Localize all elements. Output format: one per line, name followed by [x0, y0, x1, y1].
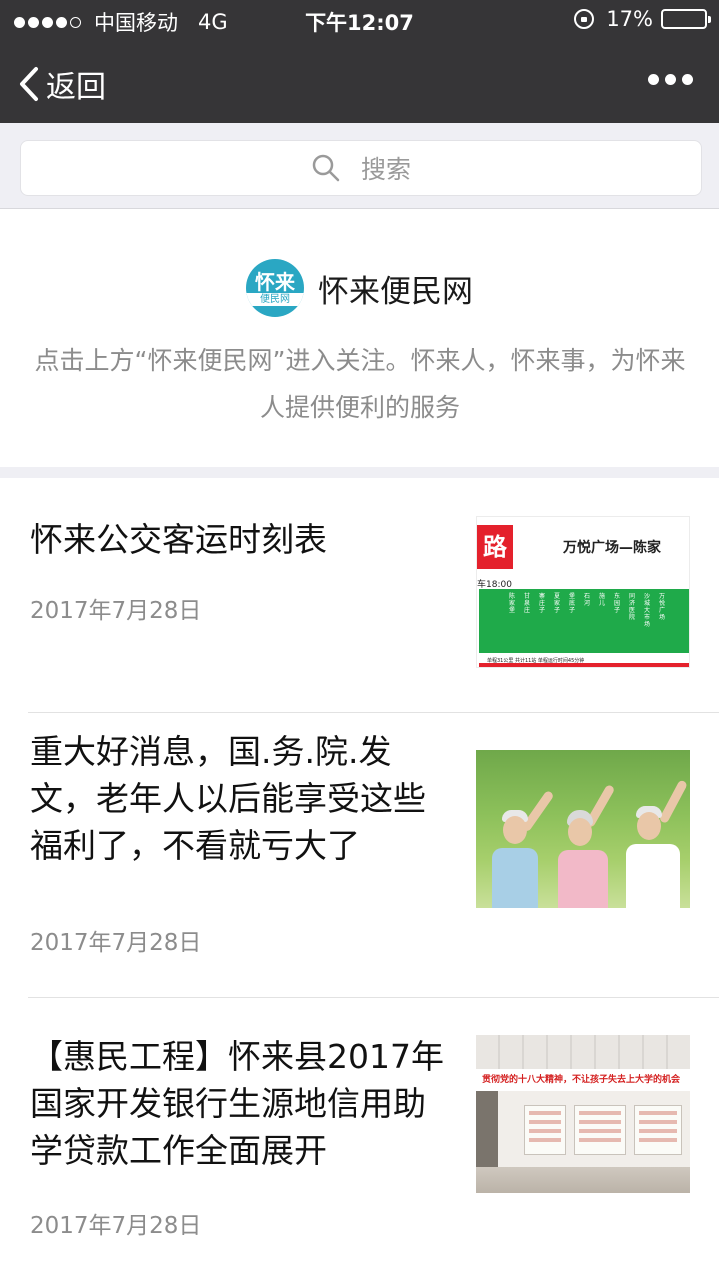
bus-stop-label: 石河	[584, 593, 591, 607]
hall-banner: 贯彻党的十八大精神，不让孩子失去上大学的机会	[476, 1069, 690, 1091]
status-right: 17%	[574, 7, 711, 31]
status-bar: 中国移动 4G 下午12:07 17%	[0, 0, 719, 40]
article-item[interactable]: 【惠民工程】怀来县2017年国家开发银行生源地信用助学贷款工作全面展开 2017…	[0, 998, 719, 1280]
account-description: 点击上方“怀来便民网”进入关注。怀来人，怀来事，为怀来人提供便利的服务	[34, 346, 686, 422]
search-bar-container: 搜索	[0, 123, 719, 209]
article-thumbnail: 路 万悦广场—陈家 车18:00 陈家堡 甘泉庄 寨庄子 夏家子 堡底子 石河 施儿 东园子同…	[476, 516, 690, 668]
photo-person	[622, 779, 689, 908]
article-date: 2017年7月28日	[30, 930, 202, 956]
hall-floor	[476, 1167, 690, 1193]
notice-board	[634, 1105, 682, 1155]
hall-ceiling	[476, 1035, 690, 1069]
article-thumbnail	[476, 750, 690, 908]
search-input[interactable]: 搜索	[20, 140, 702, 196]
bus-stop-label: 万悦广场	[659, 593, 666, 621]
article-list: 怀来公交客运时刻表 2017年7月28日 路 万悦广场—陈家 车18:00 陈家…	[0, 478, 719, 1280]
bus-stop-label: 寨庄子	[539, 593, 546, 614]
bus-stop-label: 甘泉庄	[524, 593, 531, 614]
search-placeholder: 搜索	[360, 155, 411, 184]
back-button[interactable]: 返回	[18, 62, 106, 106]
battery-percent: 17%	[606, 7, 653, 31]
article-title: 重大好消息，国.务.院.发文，老年人以后能享受这些福利了，不看就亏大了	[30, 732, 426, 865]
bus-stop-label: 堡底子	[569, 593, 576, 614]
chevron-left-icon	[20, 67, 38, 101]
article-date: 2017年7月28日	[30, 1213, 202, 1239]
nav-bar: 返回	[0, 40, 719, 123]
photo-person	[554, 783, 616, 908]
account-name: 怀来便民网	[318, 273, 473, 310]
bus-stop-label: 施儿	[599, 593, 606, 607]
bus-stop-label: 沙城大市场	[644, 593, 651, 628]
notice-board	[524, 1105, 566, 1155]
stops-panel: 陈家堡 甘泉庄 寨庄子 夏家子 堡底子 石河 施儿 东园子 同济医院 沙城大市场 万悦广场	[479, 589, 689, 653]
footer-bar	[479, 663, 689, 667]
road-sign: 路	[477, 525, 513, 569]
article-item[interactable]: 重大好消息，国.务.院.发文，老年人以后能享受这些福利了，不看就亏大了 2017…	[0, 713, 719, 997]
logo-text-bottom: 便民网	[246, 292, 304, 306]
article-thumbnail: 贯彻党的十八大精神，不让孩子失去上大学的机会	[476, 1035, 690, 1193]
account-profile: 怀来 便民网 怀来便民网 点击上方“怀来便民网”进入关注。怀来人，怀来事，为怀来…	[0, 209, 719, 467]
article-date: 2017年7月28日	[30, 598, 202, 624]
notice-board	[574, 1105, 626, 1155]
photo-person	[486, 789, 555, 908]
rotation-lock-icon	[574, 9, 595, 29]
bus-stop-label: 东园子	[614, 593, 621, 614]
search-icon	[312, 154, 340, 182]
article-title: 【惠民工程】怀来县2017年国家开发银行生源地信用助学贷款工作全面展开	[30, 1037, 444, 1170]
article-title: 怀来公交客运时刻表	[30, 520, 327, 559]
bus-stop-label: 陈家堡	[509, 593, 516, 614]
account-logo: 怀来 便民网	[246, 259, 304, 317]
account-header[interactable]: 怀来 便民网 怀来便民网	[0, 259, 719, 317]
bus-stop-label: 夏家子	[554, 593, 561, 614]
logo-text-top: 怀来	[255, 269, 295, 294]
bus-stop-label: 同济医院	[629, 593, 636, 621]
more-dots-icon[interactable]	[642, 74, 693, 85]
battery-icon	[661, 9, 711, 29]
article-item[interactable]: 怀来公交客运时刻表 2017年7月28日 路 万悦广场—陈家 车18:00 陈家…	[0, 478, 719, 712]
stops-list: 陈家堡 甘泉庄 寨庄子 夏家子 堡底子 石河 施儿 东园子 同济医院 沙城大市场 万悦广场	[509, 593, 674, 628]
back-label: 返回	[46, 70, 106, 105]
route-name: 万悦广场—陈家	[563, 540, 661, 556]
